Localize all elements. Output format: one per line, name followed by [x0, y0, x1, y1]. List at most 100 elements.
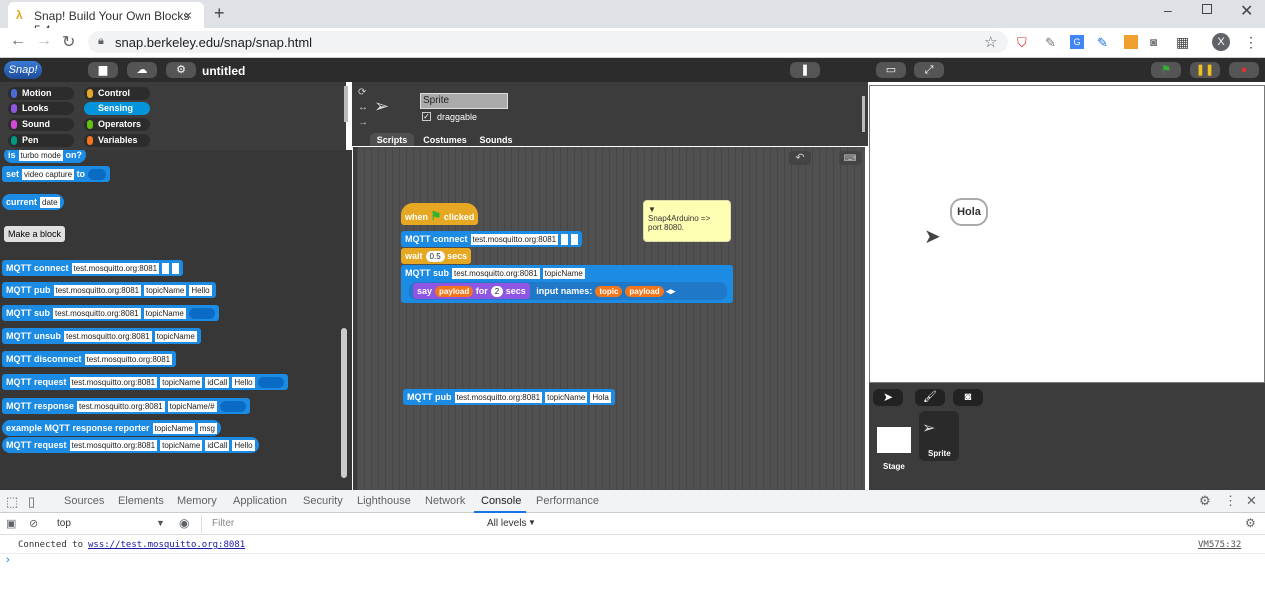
browser-tab[interactable]: λ Snap! Build Your Own Blocks 5.4. ×	[8, 2, 204, 37]
log-source-link[interactable]: VM575:32	[1198, 540, 1241, 550]
wait-block[interactable]: wait 0.5 secs	[401, 248, 472, 264]
sprite-arrow-icon[interactable]: ➤	[924, 224, 941, 249]
tab-scripts[interactable]: Scripts	[370, 133, 414, 146]
console-prompt-icon[interactable]: ›	[6, 554, 10, 566]
palette-mqtt-pub[interactable]: MQTT pub test.mosquitto.org:8081 topicName…	[2, 282, 216, 298]
flip-style-icon[interactable]: ↔	[358, 102, 368, 113]
restore-icon[interactable]	[1202, 4, 1212, 14]
palette-scrollbar[interactable]	[341, 328, 347, 478]
grid-extension-icon[interactable]: ▦	[1176, 34, 1189, 51]
palette-mqtt-disconnect[interactable]: MQTT disconnect test.mosquitto.org:8081	[2, 351, 177, 367]
shield-extension-icon[interactable]: ⛉	[1017, 35, 1027, 51]
category-variables[interactable]: Variables	[84, 134, 150, 147]
devtools-tab-memory[interactable]: Memory	[177, 495, 217, 507]
stage-thumbnail[interactable]	[877, 427, 911, 453]
palette-mqtt-response[interactable]: MQTT response test.mosquitto.org:8081 topi…	[2, 398, 250, 414]
dialog-toggle-button[interactable]: ❚	[790, 62, 820, 78]
category-pen[interactable]: Pen	[8, 134, 74, 147]
browser-menu-icon[interactable]: ⋮	[1244, 34, 1258, 51]
file-menu-button[interactable]: ▆	[88, 62, 118, 78]
undo-icon[interactable]: ↶	[789, 151, 811, 165]
devtools-tab-lighthouse[interactable]: Lighthouse	[357, 495, 411, 507]
context-selector[interactable]: top	[57, 518, 71, 529]
no-rotate-icon[interactable]: →	[358, 117, 368, 128]
when-flag-clicked-block[interactable]: when ⚑ clicked	[401, 203, 479, 225]
tab-costumes[interactable]: Costumes	[420, 133, 470, 146]
devtools-close-icon[interactable]: ✕	[1246, 494, 1257, 508]
fullscreen-button[interactable]: ⤢	[914, 62, 944, 78]
pen-extension-icon[interactable]: ✎	[1045, 35, 1056, 51]
back-icon[interactable]: ←	[10, 32, 26, 50]
palette-mqtt-response-reporter[interactable]: example MQTT response reporter topicName m…	[2, 420, 221, 436]
devtools-settings-icon[interactable]: ⚙	[1199, 494, 1211, 508]
set-video-block[interactable]: set video capture to	[2, 166, 111, 182]
category-sensing[interactable]: Sensing	[84, 102, 150, 115]
arity-arrows-icon[interactable]: ◂▸	[666, 286, 675, 296]
minimize-icon[interactable]: –	[1164, 2, 1172, 18]
stage[interactable]: Hola ➤	[869, 85, 1265, 383]
camera-sprite-button[interactable]: ◙	[953, 389, 983, 406]
address-bar[interactable]: 🔒︎ snap.berkeley.edu/snap/snap.html ☆	[88, 31, 1008, 53]
orange-extension-icon[interactable]	[1124, 35, 1138, 49]
clear-console-icon[interactable]: ⊘	[29, 517, 38, 531]
inspect-element-icon[interactable]: ⬚	[6, 495, 18, 509]
draggable-checkbox[interactable]: ✓	[422, 112, 431, 121]
palette-mqtt-sub[interactable]: MQTT sub test.mosquitto.org:8081 topicName	[2, 305, 219, 321]
snap-logo[interactable]: Snap!	[4, 61, 42, 79]
bookmark-star-icon[interactable]: ☆	[984, 33, 997, 51]
console-settings-icon[interactable]: ⚙	[1245, 516, 1256, 530]
cloud-button[interactable]: ☁	[127, 62, 157, 78]
keyboard-icon[interactable]: ⌨	[839, 151, 861, 165]
devtools-tab-security[interactable]: Security	[303, 495, 343, 507]
category-scrollbar[interactable]	[344, 86, 348, 122]
category-looks[interactable]: Looks	[8, 102, 74, 115]
window-close-icon[interactable]: ✕	[1240, 1, 1253, 21]
category-operators[interactable]: Operators	[84, 118, 150, 131]
devtools-tab-elements[interactable]: Elements	[118, 495, 164, 507]
make-a-block-button[interactable]: Make a block	[4, 226, 66, 242]
category-control[interactable]: Control	[84, 87, 150, 100]
green-flag-button[interactable]: ⚑	[1151, 62, 1181, 78]
stop-button[interactable]: ●	[1229, 62, 1259, 78]
reload-icon[interactable]: ↻	[62, 32, 75, 52]
devtools-tab-console[interactable]: Console	[481, 495, 521, 507]
log-levels-dropdown[interactable]: All levels	[487, 518, 526, 529]
palette-mqtt-request[interactable]: MQTT request test.mosquitto.org:8081 topic…	[2, 374, 288, 390]
palette-mqtt-unsub[interactable]: MQTT unsub test.mosquitto.org:8081 topicNa…	[2, 328, 201, 344]
devtools-tab-performance[interactable]: Performance	[536, 495, 599, 507]
paint-new-sprite-button[interactable]: 🖌︎	[915, 389, 945, 406]
add-turtle-sprite-button[interactable]: ➤	[873, 389, 903, 406]
rotate-style-icon[interactable]: ⟳	[358, 87, 366, 98]
say-block[interactable]: say payload for 2 secs	[413, 283, 530, 299]
device-toolbar-icon[interactable]: ▯	[28, 495, 35, 509]
console-sidebar-icon[interactable]: ▣	[6, 517, 16, 531]
settings-gear-button[interactable]: ⚙	[166, 62, 196, 78]
scripts-area[interactable]: ↶ ⌨ when ⚑ clicked MQTT connect test.mosq…	[357, 147, 865, 490]
current-date-block[interactable]: current date	[2, 194, 64, 210]
comment-collapse-icon[interactable]: ▼	[648, 205, 656, 214]
devtools-tab-sources[interactable]: Sources	[64, 495, 104, 507]
script-comment[interactable]: ▼ Snap4Arduino => port 8080.	[643, 200, 731, 242]
stage-size-button[interactable]: ▭	[876, 62, 906, 78]
sprite-name-field[interactable]: Sprite	[420, 93, 508, 109]
devtools-menu-icon[interactable]: ⋮	[1224, 494, 1237, 508]
devtools-tab-network[interactable]: Network	[425, 495, 465, 507]
tab-sounds[interactable]: Sounds	[476, 133, 516, 146]
new-tab-icon[interactable]: +	[214, 3, 225, 24]
devtools-tab-application[interactable]: Application	[233, 495, 287, 507]
live-expression-eye-icon[interactable]: ◉	[179, 516, 189, 530]
log-link[interactable]: wss://test.mosquitto.org:8081	[88, 540, 245, 550]
console-filter-input[interactable]: Filter	[201, 515, 477, 533]
camera-extension-icon[interactable]: ◙	[1150, 35, 1157, 49]
profile-avatar[interactable]: X	[1212, 33, 1230, 51]
category-sound[interactable]: Sound	[8, 118, 74, 131]
context-dropdown-icon[interactable]: ▼	[156, 518, 165, 528]
callback-ring[interactable]: say payload for 2 secs input names: topic pa…	[409, 282, 727, 300]
script-mqtt-connect[interactable]: MQTT connect test.mosquitto.org:8081	[401, 231, 583, 247]
palette-mqtt-connect[interactable]: MQTT connect test.mosquitto.org:8081	[2, 260, 184, 276]
category-motion[interactable]: Motion	[8, 87, 74, 100]
palette-mqtt-request-reporter[interactable]: MQTT request test.mosquitto.org:8081 topic…	[2, 437, 259, 453]
pause-button[interactable]: ❚❚	[1190, 62, 1220, 78]
turbo-mode-block[interactable]: is turbo mode on?	[4, 150, 86, 163]
feather-extension-icon[interactable]: ✎	[1097, 35, 1108, 51]
